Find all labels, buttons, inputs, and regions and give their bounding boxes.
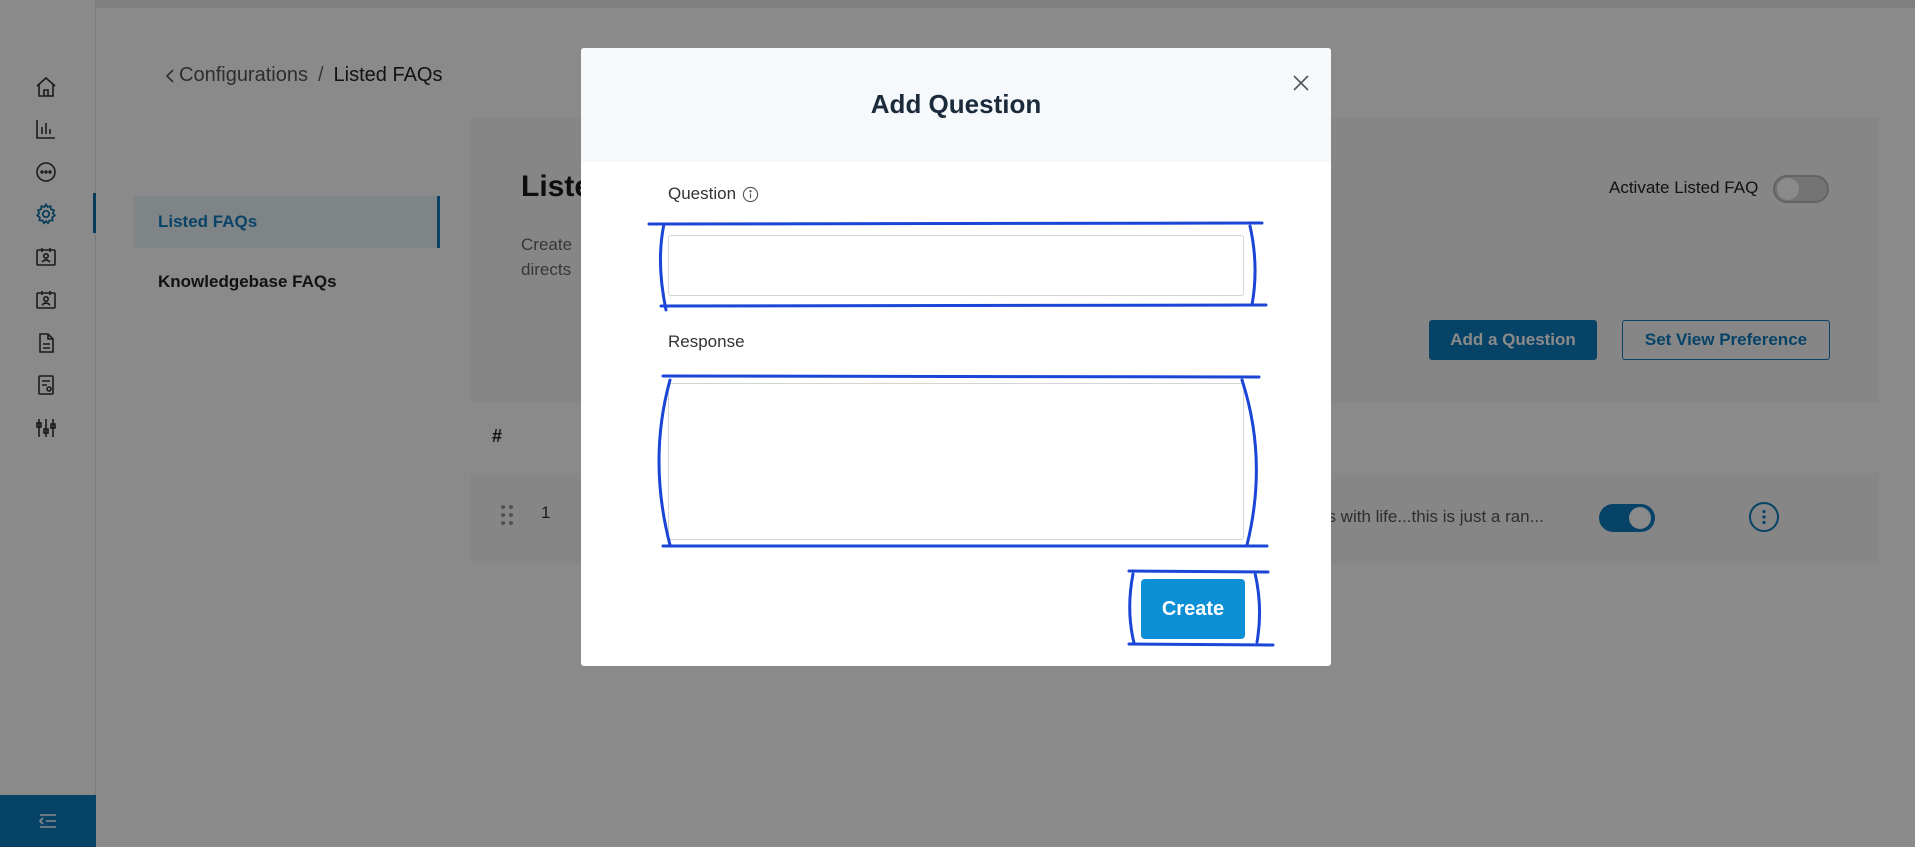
- question-input[interactable]: [668, 235, 1244, 296]
- close-icon: [1293, 75, 1309, 91]
- modal-title: Add Question: [870, 89, 1042, 119]
- modal-header: Add Question: [581, 48, 1331, 162]
- question-label-text: Question: [668, 184, 737, 203]
- create-button[interactable]: Create: [1141, 579, 1245, 639]
- response-textarea[interactable]: [668, 383, 1244, 540]
- response-label: Response: [668, 332, 745, 352]
- info-icon[interactable]: [742, 186, 759, 203]
- response-label-text: Response: [668, 332, 745, 351]
- add-question-modal: Add Question Question Response Create: [581, 48, 1331, 666]
- close-button[interactable]: [1287, 69, 1315, 97]
- question-label: Question: [668, 184, 759, 204]
